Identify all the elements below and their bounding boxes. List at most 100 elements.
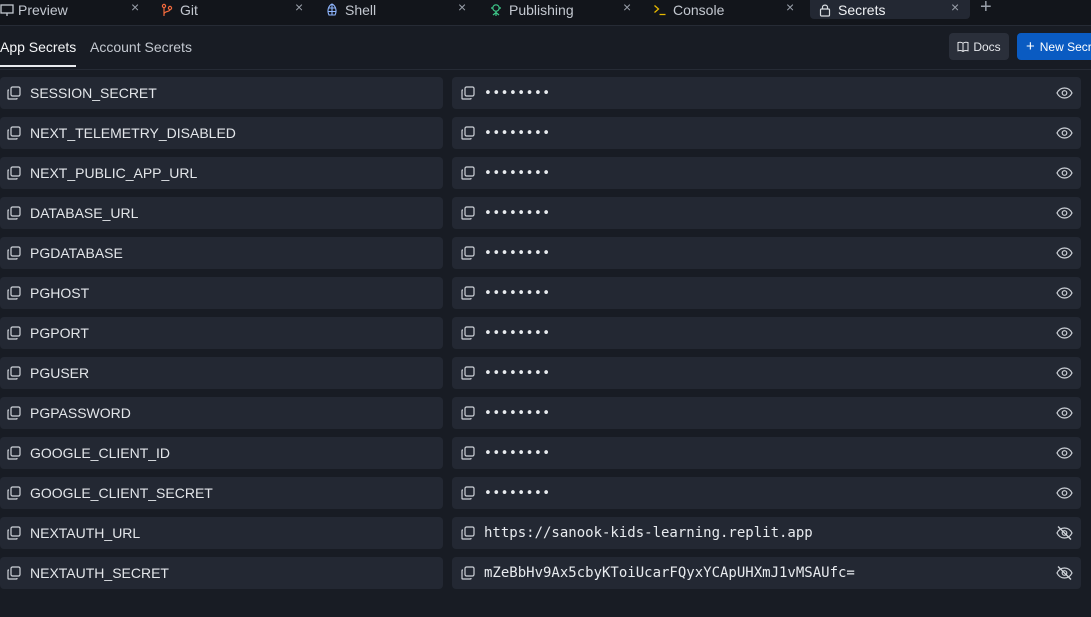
- secret-value-field[interactable]: ••••••••: [452, 437, 1081, 469]
- secret-key-field[interactable]: NEXTAUTH_SECRET: [0, 557, 443, 589]
- publishing-icon: [491, 3, 501, 16]
- secret-key-field[interactable]: PGPORT: [0, 317, 443, 349]
- close-icon[interactable]: ×: [295, 0, 303, 15]
- docs-button[interactable]: Docs: [949, 33, 1009, 60]
- tab-secrets[interactable]: Secrets ×: [810, 0, 970, 19]
- copy-icon[interactable]: [6, 245, 22, 261]
- secret-row: DATABASE_URL ••••••••: [0, 197, 1091, 229]
- secret-row: PGUSER ••••••••: [0, 357, 1091, 389]
- secret-value-field[interactable]: ••••••••: [452, 357, 1081, 389]
- tab-label: Secrets: [838, 1, 886, 18]
- tab-app-secrets[interactable]: App Secrets: [0, 39, 77, 67]
- tab-account-secrets[interactable]: Account Secrets: [90, 39, 192, 55]
- tab-console[interactable]: Console ×: [653, 0, 794, 19]
- copy-icon[interactable]: [6, 165, 22, 181]
- new-secret-button[interactable]: + New Secret: [1017, 33, 1091, 60]
- copy-icon[interactable]: [460, 85, 476, 101]
- shell-icon: [327, 2, 337, 16]
- close-icon[interactable]: ×: [623, 0, 631, 15]
- copy-icon[interactable]: [460, 365, 476, 381]
- terminal-icon: [654, 4, 666, 15]
- copy-icon[interactable]: [6, 285, 22, 301]
- secret-key-field[interactable]: NEXT_PUBLIC_APP_URL: [0, 157, 443, 189]
- monitor-icon: [0, 3, 14, 16]
- copy-icon[interactable]: [6, 525, 22, 541]
- secrets-subtabs: App Secrets Account Secrets: [0, 26, 1091, 70]
- secret-value: ••••••••: [484, 325, 551, 341]
- copy-icon[interactable]: [460, 445, 476, 461]
- secret-key: DATABASE_URL: [30, 205, 139, 221]
- copy-icon[interactable]: [6, 205, 22, 221]
- secret-value-field[interactable]: ••••••••: [452, 77, 1081, 109]
- tab-publishing[interactable]: Publishing ×: [489, 0, 631, 19]
- tab-label: Shell: [345, 1, 377, 18]
- secret-key-field[interactable]: PGDATABASE: [0, 237, 443, 269]
- close-icon[interactable]: ×: [458, 0, 466, 15]
- copy-icon[interactable]: [6, 85, 22, 101]
- secret-key-field[interactable]: GOOGLE_CLIENT_SECRET: [0, 477, 443, 509]
- copy-icon[interactable]: [460, 525, 476, 541]
- secret-row: PGDATABASE ••••••••: [0, 237, 1091, 269]
- new-secret-label: New Secret: [1039, 39, 1091, 54]
- secret-value-field[interactable]: ••••••••: [452, 237, 1081, 269]
- secret-key: GOOGLE_CLIENT_SECRET: [30, 485, 213, 501]
- copy-icon[interactable]: [6, 485, 22, 501]
- tab-label: Console: [673, 1, 725, 18]
- copy-icon[interactable]: [6, 365, 22, 381]
- secret-key-field[interactable]: SESSION_SECRET: [0, 77, 443, 109]
- copy-icon[interactable]: [6, 125, 22, 141]
- secret-value-field[interactable]: ••••••••: [452, 477, 1081, 509]
- secret-key-field[interactable]: PGHOST: [0, 277, 443, 309]
- copy-icon[interactable]: [6, 565, 22, 581]
- copy-icon[interactable]: [460, 205, 476, 221]
- copy-icon[interactable]: [460, 165, 476, 181]
- close-icon[interactable]: ×: [131, 0, 139, 15]
- copy-icon[interactable]: [6, 325, 22, 341]
- secret-key-field[interactable]: NEXT_TELEMETRY_DISABLED: [0, 117, 443, 149]
- secret-value: ••••••••: [484, 165, 551, 181]
- secret-key-field[interactable]: NEXTAUTH_URL: [0, 517, 443, 549]
- secret-row: PGPORT ••••••••: [0, 317, 1091, 349]
- add-tab-button[interactable]: +: [980, 0, 992, 17]
- secret-key-field[interactable]: GOOGLE_CLIENT_ID: [0, 437, 443, 469]
- copy-icon[interactable]: [460, 325, 476, 341]
- close-icon[interactable]: ×: [951, 0, 959, 15]
- secret-key-field[interactable]: DATABASE_URL: [0, 197, 443, 229]
- secret-row: GOOGLE_CLIENT_SECRET ••••••••: [0, 477, 1091, 509]
- secret-value-field[interactable]: ••••••••: [452, 197, 1081, 229]
- secret-value: ••••••••: [484, 205, 551, 221]
- secret-key-field[interactable]: PGPASSWORD: [0, 397, 443, 429]
- secret-value-field[interactable]: ••••••••: [452, 157, 1081, 189]
- secret-key: PGPORT: [30, 325, 89, 341]
- secret-key-field[interactable]: PGUSER: [0, 357, 443, 389]
- secret-value-field[interactable]: mZeBbHv9Ax5cbyKToiUcarFQyxYCApUHXmJ1vMSA…: [452, 557, 1081, 589]
- tab-git[interactable]: Git ×: [160, 0, 303, 19]
- tab-preview[interactable]: Preview ×: [0, 0, 139, 19]
- copy-icon[interactable]: [6, 405, 22, 421]
- copy-icon[interactable]: [460, 125, 476, 141]
- secret-value: ••••••••: [484, 285, 551, 301]
- secret-value-field[interactable]: ••••••••: [452, 117, 1081, 149]
- secret-value: ••••••••: [484, 405, 551, 421]
- secret-key: SESSION_SECRET: [30, 85, 157, 101]
- secret-row: NEXTAUTH_SECRET mZeBbHv9Ax5cbyKToiUcarFQy…: [0, 557, 1091, 589]
- secret-row: NEXT_PUBLIC_APP_URL ••••••••: [0, 157, 1091, 189]
- tab-label: Git: [180, 1, 198, 18]
- copy-icon[interactable]: [460, 245, 476, 261]
- copy-icon[interactable]: [460, 285, 476, 301]
- lock-icon: [819, 4, 831, 17]
- tab-shell[interactable]: Shell ×: [325, 0, 466, 19]
- copy-icon[interactable]: [460, 565, 476, 581]
- secret-value: https://sanook-kids-learning.replit.app: [484, 525, 813, 541]
- secret-value-field[interactable]: https://sanook-kids-learning.replit.app: [452, 517, 1081, 549]
- secret-row: NEXTAUTH_URL https://sanook-kids-learning…: [0, 517, 1091, 549]
- close-icon[interactable]: ×: [786, 0, 794, 15]
- secret-row: PGHOST ••••••••: [0, 277, 1091, 309]
- secret-key: PGDATABASE: [30, 245, 123, 261]
- copy-icon[interactable]: [6, 445, 22, 461]
- copy-icon[interactable]: [460, 405, 476, 421]
- secret-value-field[interactable]: ••••••••: [452, 317, 1081, 349]
- secret-value-field[interactable]: ••••••••: [452, 397, 1081, 429]
- copy-icon[interactable]: [460, 485, 476, 501]
- secret-value-field[interactable]: ••••••••: [452, 277, 1081, 309]
